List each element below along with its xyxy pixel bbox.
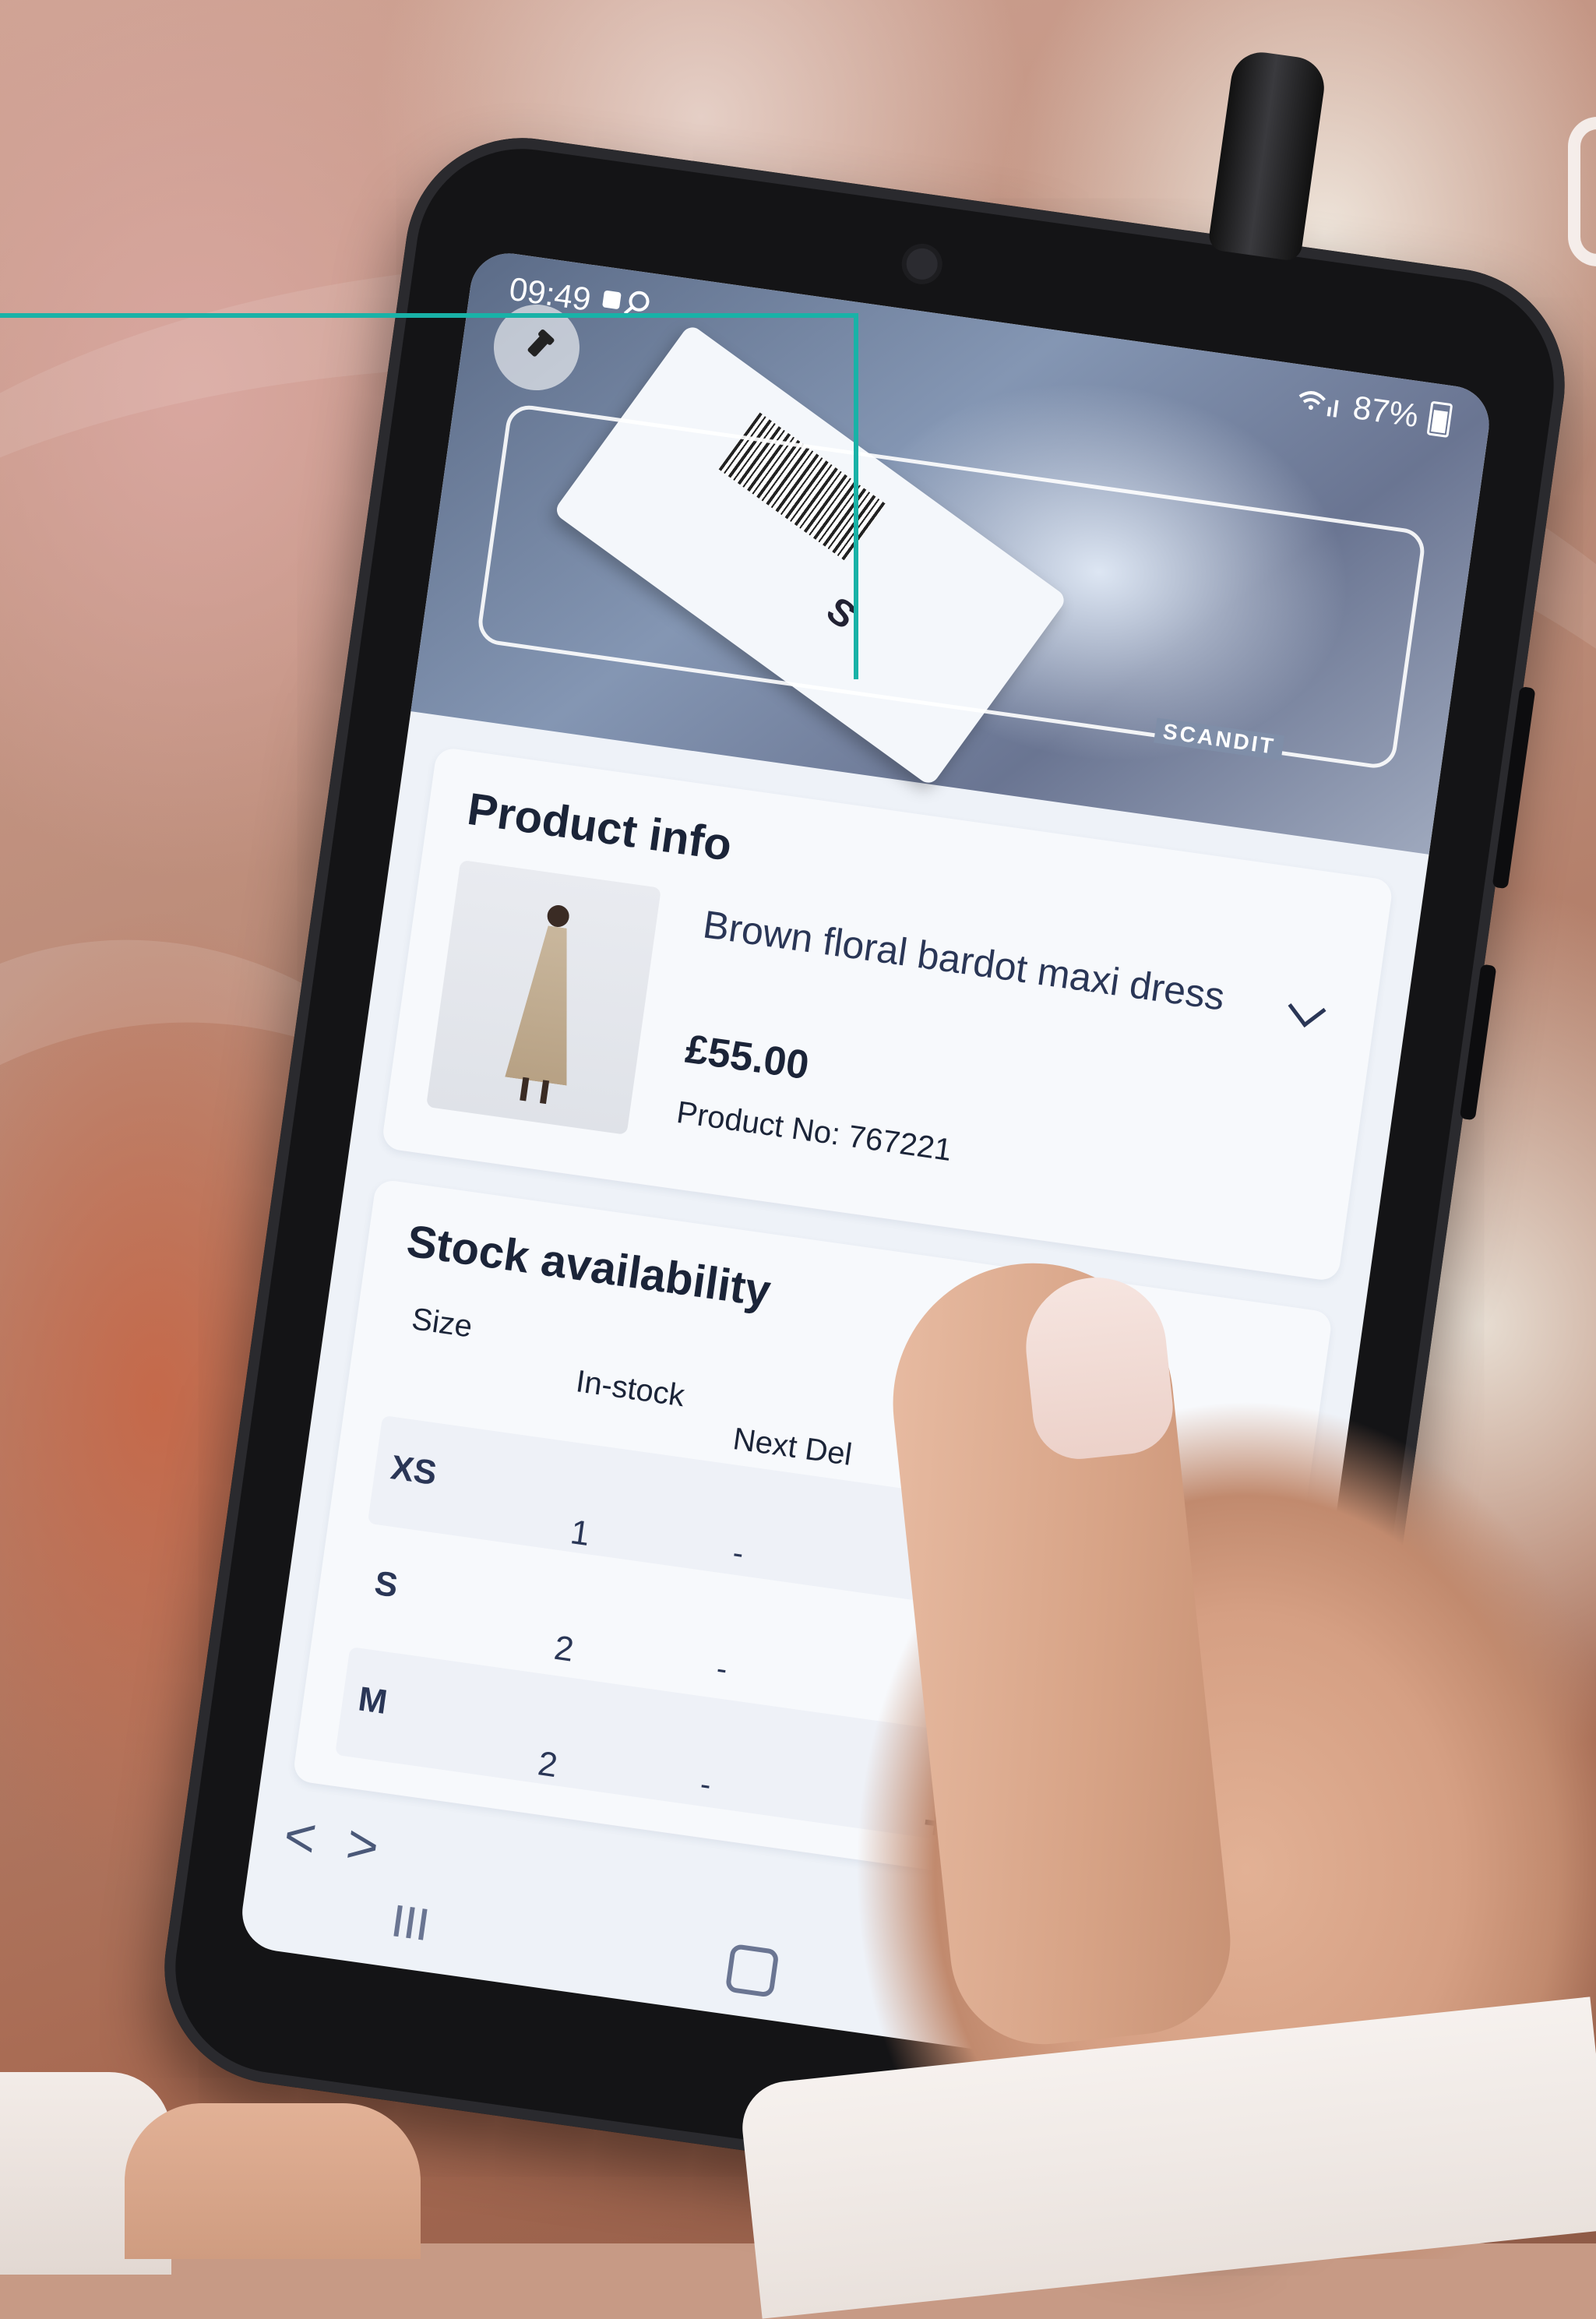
row-next-del: -	[714, 1651, 730, 1687]
product-image	[425, 859, 661, 1135]
product-name: Brown floral bardot maxi dress	[700, 902, 1228, 1019]
row-size: S	[372, 1563, 400, 1605]
barcode-scanner-view[interactable]: S SCANDIT 09:49 87%	[410, 248, 1495, 855]
row-in-stock: 1	[568, 1513, 593, 1554]
row-next-del: -	[698, 1767, 713, 1803]
column-header-next-del: Next Del	[731, 1422, 854, 1472]
battery-level: 87%	[1351, 388, 1422, 435]
row-next-del: -	[731, 1535, 746, 1571]
row-size: M	[355, 1679, 390, 1722]
row-in-stock: 2	[551, 1628, 576, 1669]
home-icon[interactable]	[724, 1943, 780, 1998]
column-header-in-stock: In-stock	[573, 1364, 687, 1414]
notification-icons	[599, 282, 658, 328]
row-size: XS	[388, 1448, 439, 1493]
product-number: Product No: 767221	[675, 1094, 954, 1168]
battery-icon	[1426, 400, 1453, 439]
product-info-title: Product info	[464, 783, 735, 871]
callout-line-vertical	[854, 313, 858, 679]
chevron-down-icon[interactable]	[1288, 989, 1326, 1027]
row-in-stock: 2	[535, 1744, 560, 1785]
product-price: £55.00	[682, 1026, 812, 1089]
stock-availability-title: Stock availability	[403, 1215, 774, 1317]
column-header-size: Size	[409, 1302, 475, 1345]
left-hand-fingers	[125, 2103, 421, 2259]
wifi-signal-icon	[1298, 391, 1339, 418]
clock: 09:49	[506, 270, 594, 318]
recent-apps-icon[interactable]	[393, 1905, 428, 1940]
front-camera	[904, 246, 940, 282]
flashlight-icon	[527, 329, 555, 357]
edge-graphic	[1568, 117, 1596, 266]
callout-line-horizontal	[0, 313, 858, 318]
